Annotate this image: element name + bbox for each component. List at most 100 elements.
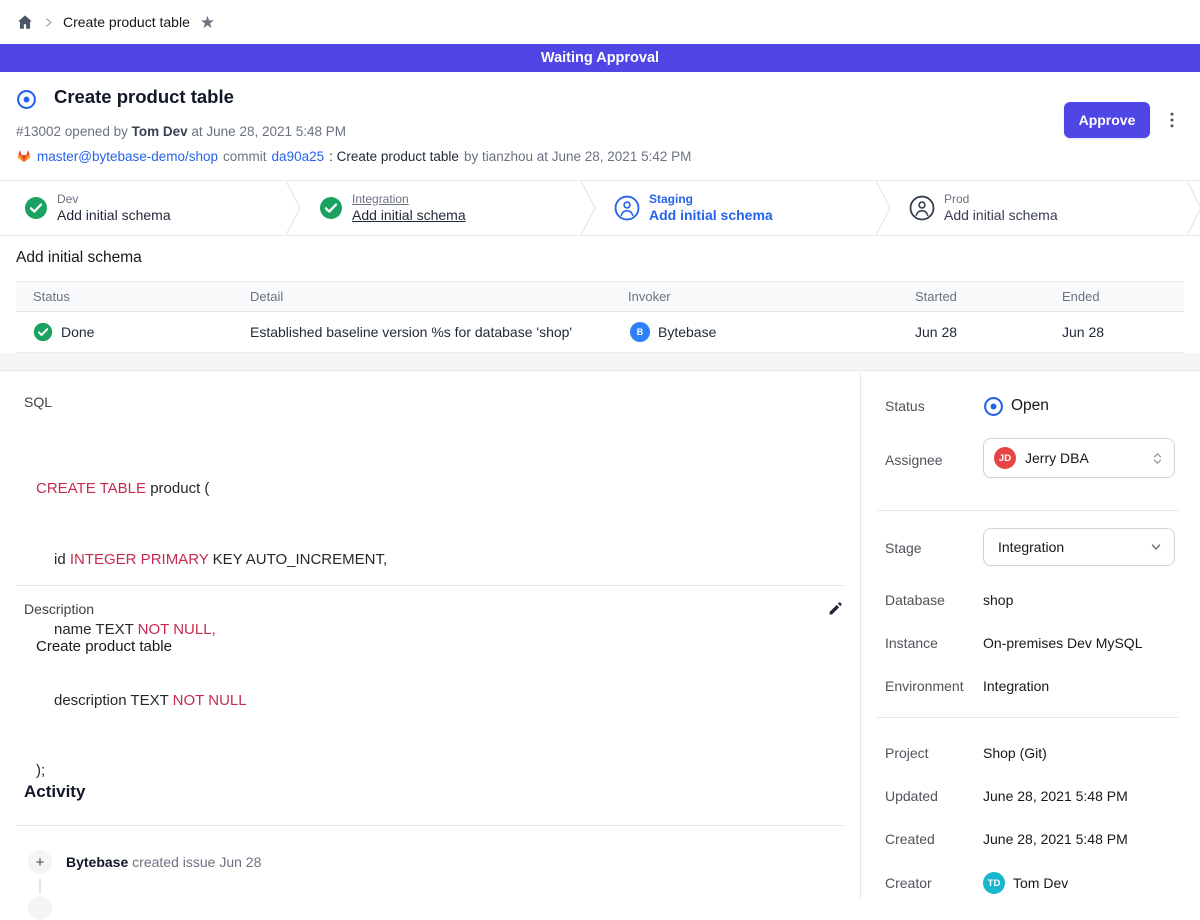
database-label: Database — [885, 592, 945, 608]
sql-line: ); — [36, 759, 387, 783]
task-ended: Jun 28 — [1062, 324, 1184, 340]
task-section: Add initial schema Status Detail Invoker… — [0, 236, 1200, 353]
selector-icon — [1149, 450, 1166, 467]
created-value: June 28, 2021 5:48 PM — [983, 831, 1128, 847]
col-status: Status — [16, 289, 250, 304]
project-label: Project — [885, 745, 929, 761]
stage-integration[interactable]: Integration Add initial schema — [295, 181, 580, 235]
person-circle-icon — [614, 195, 640, 221]
instance-value: On-premises Dev MySQL — [983, 635, 1142, 651]
section-divider-strip — [0, 353, 1200, 371]
assignee-select[interactable]: JD Jerry DBA — [983, 438, 1175, 478]
open-status-icon — [16, 89, 37, 110]
assignee-avatar: JD — [994, 447, 1016, 469]
stage-name: Integration — [998, 539, 1148, 555]
stage-label: Stage — [885, 540, 922, 556]
commit-hash-link[interactable]: da90a25 — [272, 149, 325, 164]
commit-word: commit — [223, 149, 267, 164]
sql-line: id INTEGER PRIMARY KEY AUTO_INCREMENT, — [36, 548, 387, 572]
task-invoker: Bytebase — [658, 324, 716, 340]
plus-icon: + — [28, 850, 52, 874]
assignee-label: Assignee — [885, 452, 943, 468]
stage-task-label: Add initial schema — [352, 207, 466, 225]
sql-line: CREATE TABLE product ( — [36, 477, 387, 501]
stage-task-label: Add initial schema — [57, 207, 171, 225]
approve-button[interactable]: Approve — [1064, 102, 1150, 138]
sql-code-block: CREATE TABLE product ( id INTEGER PRIMAR… — [36, 430, 387, 830]
issue-opened-time: at June 28, 2021 5:48 PM — [191, 124, 346, 139]
done-check-icon — [33, 322, 53, 342]
commit-author-time: by tianzhou at June 28, 2021 5:42 PM — [464, 149, 691, 164]
sql-label: SQL — [24, 394, 52, 410]
issue-sidebar: Status Open Assignee JD Jerry DBA Stage … — [860, 372, 1200, 900]
environment-label: Environment — [885, 678, 964, 694]
issue-author: Tom Dev — [132, 124, 188, 139]
updated-value: June 28, 2021 5:48 PM — [983, 788, 1128, 804]
check-circle-icon — [24, 196, 48, 220]
environment-value: Integration — [983, 678, 1049, 694]
divider — [877, 510, 1178, 511]
stage-prod[interactable]: Prod Add initial schema — [885, 181, 1170, 235]
activity-author: Bytebase — [66, 854, 128, 870]
task-table: Status Detail Invoker Started Ended Done… — [16, 281, 1184, 353]
status-banner: Waiting Approval — [0, 44, 1200, 72]
check-circle-icon — [319, 196, 343, 220]
stage-env-label: Prod — [944, 192, 1058, 207]
col-started: Started — [915, 289, 1062, 304]
creator-row: TD Tom Dev — [983, 872, 1068, 894]
creator-avatar: TD — [983, 872, 1005, 894]
main-content: SQL CREATE TABLE product ( id INTEGER PR… — [0, 372, 860, 900]
more-actions-icon[interactable] — [1160, 104, 1184, 136]
status-value: Open — [1011, 397, 1049, 415]
task-started: Jun 28 — [915, 324, 1062, 340]
open-status-icon — [983, 396, 1004, 417]
breadcrumb-page-title: Create product table — [63, 14, 190, 30]
sql-line: description TEXT NOT NULL — [36, 689, 387, 713]
invoker-avatar: B — [630, 322, 650, 342]
project-value: Shop (Git) — [983, 745, 1047, 761]
stage-staging[interactable]: Staging Add initial schema — [590, 181, 875, 235]
stage-separator — [1186, 181, 1200, 235]
favorite-star-icon[interactable]: ★ — [200, 14, 215, 31]
edit-pencil-icon[interactable] — [827, 600, 844, 617]
activity-item: + Bytebase created issue Jun 28 — [28, 850, 261, 874]
task-status: Done — [61, 324, 94, 340]
stage-task-label: Add initial schema — [649, 207, 773, 225]
creator-label: Creator — [885, 875, 932, 891]
commit-message: : Create product table — [329, 149, 459, 164]
activity-timeline — [39, 878, 41, 894]
stage-separator — [580, 181, 596, 235]
pipeline: Dev Add initial schema Integration Add i… — [0, 180, 1200, 236]
home-icon[interactable] — [16, 13, 34, 31]
task-detail: Established baseline version %s for data… — [250, 324, 628, 340]
commit-line: master@bytebase-demo/shop commit da90a25… — [16, 148, 691, 164]
activity-action: created issue Jun 28 — [132, 854, 261, 870]
chevron-right-icon — [42, 16, 55, 29]
issue-title: Create product table — [54, 86, 234, 108]
status-label: Status — [885, 398, 925, 414]
divider — [16, 585, 844, 586]
database-value: shop — [983, 592, 1013, 608]
chevron-down-icon — [1148, 539, 1164, 555]
activity-heading: Activity — [24, 782, 85, 802]
gitlab-icon — [16, 148, 32, 164]
updated-label: Updated — [885, 788, 938, 804]
description-text: Create product table — [36, 638, 172, 655]
stage-task-label: Add initial schema — [944, 207, 1058, 225]
assignee-name: Jerry DBA — [1025, 450, 1140, 466]
stage-dev[interactable]: Dev Add initial schema — [0, 181, 285, 235]
commit-branch-link[interactable]: master@bytebase-demo/shop — [37, 149, 218, 164]
person-circle-icon — [909, 195, 935, 221]
col-detail: Detail — [250, 289, 628, 304]
issue-meta: #13002 opened by Tom Dev at June 28, 202… — [16, 124, 346, 139]
stage-env-label: Staging — [649, 192, 773, 207]
task-row[interactable]: Done Established baseline version %s for… — [16, 312, 1184, 353]
creator-name: Tom Dev — [1013, 875, 1068, 891]
stage-separator — [875, 181, 891, 235]
divider — [877, 717, 1178, 718]
stage-select[interactable]: Integration — [983, 528, 1175, 566]
task-section-heading: Add initial schema — [16, 249, 142, 267]
col-invoker: Invoker — [628, 289, 915, 304]
description-header: Description — [24, 600, 844, 617]
task-table-header: Status Detail Invoker Started Ended — [16, 281, 1184, 312]
